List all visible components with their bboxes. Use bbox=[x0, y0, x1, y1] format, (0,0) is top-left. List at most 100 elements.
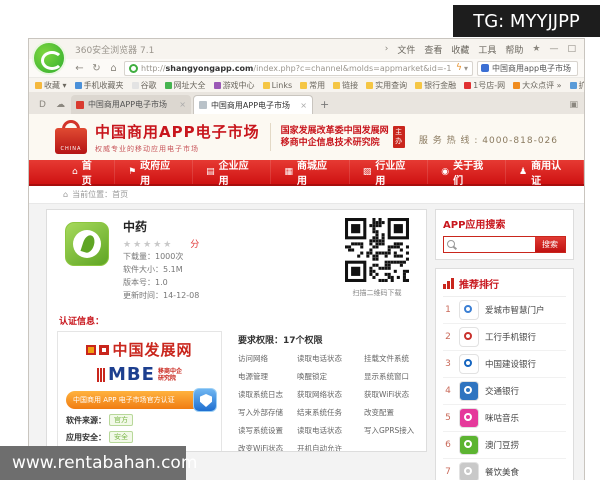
rank-app-name: 澳门豆捞 bbox=[485, 441, 520, 451]
app-search-input[interactable] bbox=[458, 237, 535, 252]
rank-app-name: 交通银行 bbox=[485, 387, 520, 397]
bookmark-label: 大众点评 » bbox=[522, 80, 562, 90]
nav-item-label: 商城应用 bbox=[296, 161, 327, 187]
bookmark-favicon bbox=[569, 81, 577, 89]
cert-label: 软件来源： bbox=[66, 415, 106, 425]
tab-close-icon[interactable]: × bbox=[300, 101, 307, 110]
rank-number: 7 bbox=[445, 467, 451, 477]
nav-item-icon: ▨ bbox=[362, 167, 372, 177]
nav-item[interactable]: ▤ 企业应用 bbox=[193, 160, 272, 187]
rank-app-name: 工行手机银行 bbox=[485, 333, 537, 343]
nav-item[interactable]: ⌂ 首页 bbox=[59, 160, 116, 187]
detail-value: 14-12-08 bbox=[163, 291, 200, 300]
watermark-bar: www.rentabahan.com bbox=[0, 446, 197, 480]
maximize-icon[interactable]: □ bbox=[567, 44, 576, 54]
official-cert-banner: 中国商用 APP 电子市场官方认证 bbox=[66, 388, 217, 412]
service-hotline: 服 务 热 线 : 4000-818-026 bbox=[418, 136, 558, 146]
ranking-item[interactable]: 2 工行手机银行 bbox=[443, 324, 566, 351]
url-field[interactable]: http://shangyongapp.com/index.php?c=chan… bbox=[124, 60, 473, 76]
sponsor-block: 国家发展改革委中国发展网 移商中企信息技术研究院 bbox=[281, 125, 389, 149]
speed-dial-icon[interactable]: D bbox=[35, 100, 50, 114]
menu-item[interactable]: 帮助 bbox=[505, 43, 523, 56]
bookmark-item[interactable]: 银行金融 bbox=[415, 80, 456, 91]
bookmark-favicon bbox=[213, 81, 221, 89]
permission-item: 改变配置 bbox=[364, 408, 394, 417]
bookmark-item[interactable]: 链接 bbox=[333, 80, 358, 91]
ranking-item[interactable]: 7 餐饮美食 bbox=[443, 459, 566, 480]
ranking-item[interactable]: 4 交通银行 bbox=[443, 378, 566, 405]
breadcrumb-home-icon[interactable]: ⌂ bbox=[63, 190, 68, 199]
menu-item[interactable]: 工具 bbox=[478, 43, 496, 56]
search-engine-label: 中国商用app电子市场 bbox=[492, 63, 572, 73]
ranking-item[interactable]: 1 爱城市智慧门户 bbox=[443, 297, 566, 324]
shield-icon bbox=[193, 388, 217, 412]
bookmark-item[interactable]: 谷歌 bbox=[131, 80, 157, 91]
menu-item[interactable]: 查看 bbox=[424, 43, 442, 56]
nav-item[interactable]: ♟ 商用认证 bbox=[506, 160, 584, 187]
ranking-item[interactable]: 6 澳门豆捞 bbox=[443, 432, 566, 459]
bookmark-item[interactable]: 网址大全 bbox=[164, 80, 206, 91]
minimize-icon[interactable]: — bbox=[549, 44, 558, 54]
rank-number: 1 bbox=[445, 305, 451, 315]
menu-item[interactable]: 文件 bbox=[397, 43, 415, 56]
bookmark-label: 谷歌 bbox=[140, 80, 157, 90]
accelerator-icon[interactable]: ϟ bbox=[456, 63, 462, 73]
tab-favicon bbox=[198, 101, 207, 109]
home-icon[interactable]: ⌂ bbox=[107, 63, 120, 74]
tab-bar: D ☁ 中国商用APP电子市场 × 中国商用APP电子市场 × + ▣ bbox=[29, 92, 584, 114]
cloud-sync-icon[interactable]: ☁ bbox=[52, 100, 69, 114]
devnet-logo-square-icon bbox=[86, 344, 97, 355]
detail-label: 版本号： bbox=[123, 278, 155, 287]
bookmark-item[interactable]: 收藏 ▾ bbox=[35, 80, 67, 91]
detail-label: 更新时间： bbox=[123, 291, 163, 300]
back-icon[interactable]: ← bbox=[73, 63, 86, 74]
bookmark-item[interactable]: 游戏中心 bbox=[213, 80, 255, 91]
mbe-text: MBE bbox=[108, 364, 155, 385]
search-engine-box[interactable]: 中国商用app电子市场 bbox=[477, 60, 578, 76]
nav-item-label: 政府应用 bbox=[140, 161, 171, 187]
tab-appmarket-2-active[interactable]: 中国商用APP电子市场 × bbox=[192, 95, 313, 114]
menu-collapse-icon[interactable]: › bbox=[385, 44, 389, 54]
mbe-subtext: 移商中企 研究院 bbox=[157, 367, 182, 382]
nav-item[interactable]: ⚑ 政府应用 bbox=[115, 160, 194, 187]
restore-tabs-icon[interactable]: ▣ bbox=[569, 100, 578, 114]
app-summary-row: 中药 ★★★★★ 分 下载量：1000次 软件大小：5.1M 版本号：1.0 更… bbox=[57, 218, 416, 310]
bookmark-item[interactable]: 手机收藏夹 bbox=[74, 80, 124, 91]
sponsor-line2: 移商中企信息技术研究院 bbox=[280, 138, 380, 148]
bookmark-favicon bbox=[164, 81, 172, 89]
permission-item: 开机自动允许 bbox=[297, 444, 342, 452]
bookmark-item[interactable]: 大众点评 » bbox=[513, 80, 562, 91]
permission-item: 唤醒锁定 bbox=[297, 372, 327, 381]
breadcrumb-text: 当前位置：首页 bbox=[72, 190, 129, 199]
nav-item[interactable]: ▨ 行业应用 bbox=[350, 160, 429, 187]
permission-item: 电源管理 bbox=[238, 372, 268, 381]
nav-item[interactable]: ◉ 关于我们 bbox=[428, 160, 507, 187]
new-tab-button[interactable]: + bbox=[315, 98, 334, 114]
url-protocol: http:// bbox=[141, 63, 166, 73]
tab-appmarket-1[interactable]: 中国商用APP电子市场 × bbox=[70, 95, 191, 114]
bookmark-item[interactable]: 1号店-网 bbox=[464, 80, 505, 91]
rank-app-icon bbox=[459, 354, 479, 374]
bookmark-item[interactable]: 扩展 ▾ bbox=[569, 80, 584, 91]
cert-banner-text: 中国商用 APP 电子市场官方认证 bbox=[73, 396, 175, 404]
browser-window: 360安全浏览器 7.1 › 文件 查看 收藏 工具 帮助 ★ — □ ← ↻ ⌂ ht… bbox=[28, 38, 585, 480]
bookmark-favicon bbox=[262, 81, 270, 89]
nav-item[interactable]: ▦ 商城应用 bbox=[271, 160, 350, 187]
bookmark-item[interactable]: 常用 bbox=[300, 80, 325, 91]
bookmark-item[interactable]: Links bbox=[262, 81, 292, 90]
bookmark-label: 常用 bbox=[309, 80, 326, 90]
url-dropdown-icon[interactable]: ▾ bbox=[464, 64, 468, 73]
store-icon[interactable]: ★ bbox=[532, 44, 540, 54]
ranking-item[interactable]: 3 中国建设银行 bbox=[443, 351, 566, 378]
browser-360-logo-icon bbox=[32, 41, 66, 75]
ranking-item[interactable]: 5 咪咕音乐 bbox=[443, 405, 566, 432]
menu-item[interactable]: 收藏 bbox=[451, 43, 469, 56]
app-search-button[interactable]: 搜索 bbox=[535, 237, 565, 252]
search-engine-icon bbox=[481, 64, 489, 72]
refresh-icon[interactable]: ↻ bbox=[90, 63, 103, 74]
rank-number: 3 bbox=[445, 359, 451, 369]
rank-app-icon bbox=[459, 327, 479, 347]
detail-value: 1.0 bbox=[155, 278, 168, 287]
bookmark-item[interactable]: 实用查询 bbox=[366, 80, 407, 91]
tab-close-icon[interactable]: × bbox=[179, 100, 186, 109]
